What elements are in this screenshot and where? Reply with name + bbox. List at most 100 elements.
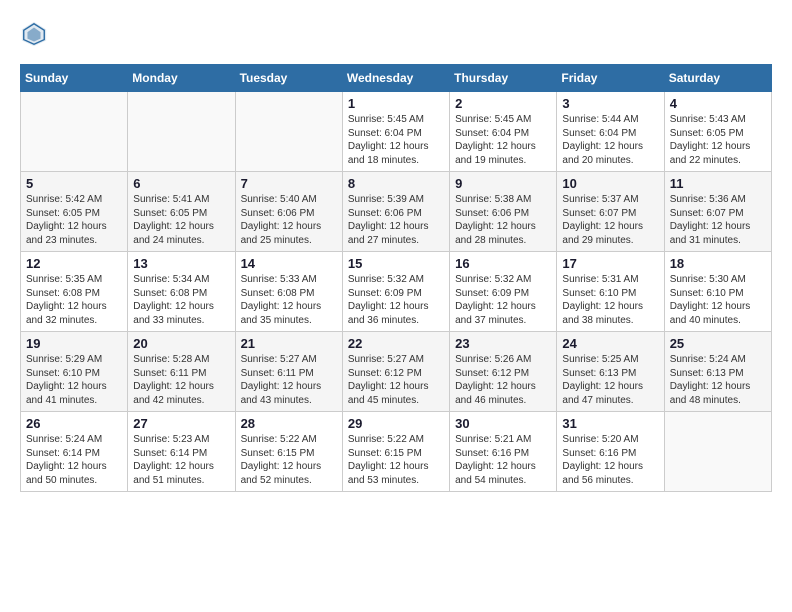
- week-row-4: 19 Sunrise: 5:29 AM Sunset: 6:10 PM Dayli…: [21, 332, 772, 412]
- day-info: Sunrise: 5:25 AM Sunset: 6:13 PM Dayligh…: [562, 353, 658, 407]
- day-cell: 18 Sunrise: 5:30 AM Sunset: 6:10 PM Dayli…: [664, 252, 771, 332]
- day-cell: 31 Sunrise: 5:20 AM Sunset: 6:16 PM Dayli…: [557, 412, 664, 492]
- day-cell: 7Sunrise: 5:40 AM Sunset: 6:06 PM Daylig…: [235, 172, 342, 252]
- day-number: 20: [133, 336, 229, 351]
- day-cell: 15Sunrise: 5:32 AM Sunset: 6:09 PM Dayli…: [342, 252, 449, 332]
- day-info: Sunrise: 5:29 AM Sunset: 6:10 PM Dayligh…: [26, 353, 122, 407]
- day-info: Sunrise: 5:41 AM Sunset: 6:05 PM Dayligh…: [133, 193, 229, 247]
- day-number: 16: [455, 256, 551, 271]
- day-number: 31: [562, 416, 658, 431]
- week-row-1: 1 Sunrise: 5:45 AM Sunset: 6:04 PM Daylig…: [21, 92, 772, 172]
- day-info: Sunrise: 5:36 AM Sunset: 6:07 PM Dayligh…: [670, 193, 766, 247]
- day-info: Sunrise: 5:20 AM Sunset: 6:16 PM Dayligh…: [562, 433, 658, 487]
- day-cell: 8 Sunrise: 5:39 AM Sunset: 6:06 PM Daylig…: [342, 172, 449, 252]
- day-cell: 14Sunrise: 5:33 AM Sunset: 6:08 PM Dayli…: [235, 252, 342, 332]
- day-number: 24: [562, 336, 658, 351]
- day-info: Sunrise: 5:45 AM Sunset: 6:04 PM Dayligh…: [348, 113, 444, 167]
- logo: [20, 20, 52, 48]
- day-cell: 24 Sunrise: 5:25 AM Sunset: 6:13 PM Dayli…: [557, 332, 664, 412]
- day-header-sunday: Sunday: [21, 65, 128, 92]
- day-number: 26: [26, 416, 122, 431]
- day-cell: 6 Sunrise: 5:41 AM Sunset: 6:05 PM Daylig…: [128, 172, 235, 252]
- day-header-friday: Friday: [557, 65, 664, 92]
- day-cell: 17 Sunrise: 5:31 AM Sunset: 6:10 PM Dayli…: [557, 252, 664, 332]
- day-number: 11: [670, 176, 766, 191]
- day-info: Sunrise: 5:33 AM Sunset: 6:08 PM Dayligh…: [241, 273, 337, 327]
- day-info: Sunrise: 5:35 AM Sunset: 6:08 PM Dayligh…: [26, 273, 122, 327]
- day-header-wednesday: Wednesday: [342, 65, 449, 92]
- day-info: Sunrise: 5:24 AM Sunset: 6:14 PM Dayligh…: [26, 433, 122, 487]
- day-cell: 11 Sunrise: 5:36 AM Sunset: 6:07 PM Dayli…: [664, 172, 771, 252]
- day-cell: 10Sunrise: 5:37 AM Sunset: 6:07 PM Dayli…: [557, 172, 664, 252]
- day-info: Sunrise: 5:39 AM Sunset: 6:06 PM Dayligh…: [348, 193, 444, 247]
- day-header-saturday: Saturday: [664, 65, 771, 92]
- day-cell: 9 Sunrise: 5:38 AM Sunset: 6:06 PM Daylig…: [450, 172, 557, 252]
- day-cell: 22 Sunrise: 5:27 AM Sunset: 6:12 PM Dayli…: [342, 332, 449, 412]
- day-number: 9: [455, 176, 551, 191]
- day-number: 1: [348, 96, 444, 111]
- day-cell: 29 Sunrise: 5:22 AM Sunset: 6:15 PM Dayli…: [342, 412, 449, 492]
- day-info: Sunrise: 5:28 AM Sunset: 6:11 PM Dayligh…: [133, 353, 229, 407]
- day-cell: 20 Sunrise: 5:28 AM Sunset: 6:11 PM Dayli…: [128, 332, 235, 412]
- day-cell: [235, 92, 342, 172]
- day-number: 17: [562, 256, 658, 271]
- day-number: 2: [455, 96, 551, 111]
- day-number: 29: [348, 416, 444, 431]
- day-number: 19: [26, 336, 122, 351]
- day-info: Sunrise: 5:43 AM Sunset: 6:05 PM Dayligh…: [670, 113, 766, 167]
- day-cell: 16 Sunrise: 5:32 AM Sunset: 6:09 PM Dayli…: [450, 252, 557, 332]
- day-number: 15: [348, 256, 444, 271]
- day-number: 21: [241, 336, 337, 351]
- day-cell: 19 Sunrise: 5:29 AM Sunset: 6:10 PM Dayli…: [21, 332, 128, 412]
- day-number: 12: [26, 256, 122, 271]
- day-cell: 30Sunrise: 5:21 AM Sunset: 6:16 PM Dayli…: [450, 412, 557, 492]
- day-info: Sunrise: 5:22 AM Sunset: 6:15 PM Dayligh…: [348, 433, 444, 487]
- day-cell: 2 Sunrise: 5:45 AM Sunset: 6:04 PM Daylig…: [450, 92, 557, 172]
- day-number: 27: [133, 416, 229, 431]
- week-row-5: 26 Sunrise: 5:24 AM Sunset: 6:14 PM Dayli…: [21, 412, 772, 492]
- day-info: Sunrise: 5:24 AM Sunset: 6:13 PM Dayligh…: [670, 353, 766, 407]
- day-number: 8: [348, 176, 444, 191]
- header-row: SundayMondayTuesdayWednesdayThursdayFrid…: [21, 65, 772, 92]
- day-info: Sunrise: 5:30 AM Sunset: 6:10 PM Dayligh…: [670, 273, 766, 327]
- day-number: 6: [133, 176, 229, 191]
- day-cell: 23 Sunrise: 5:26 AM Sunset: 6:12 PM Dayli…: [450, 332, 557, 412]
- day-number: 13: [133, 256, 229, 271]
- day-info: Sunrise: 5:27 AM Sunset: 6:11 PM Dayligh…: [241, 353, 337, 407]
- day-info: Sunrise: 5:38 AM Sunset: 6:06 PM Dayligh…: [455, 193, 551, 247]
- week-row-2: 5 Sunrise: 5:42 AM Sunset: 6:05 PM Daylig…: [21, 172, 772, 252]
- day-info: Sunrise: 5:44 AM Sunset: 6:04 PM Dayligh…: [562, 113, 658, 167]
- day-number: 25: [670, 336, 766, 351]
- day-cell: 3 Sunrise: 5:44 AM Sunset: 6:04 PM Daylig…: [557, 92, 664, 172]
- day-header-tuesday: Tuesday: [235, 65, 342, 92]
- day-cell: 28 Sunrise: 5:22 AM Sunset: 6:15 PM Dayli…: [235, 412, 342, 492]
- day-number: 30: [455, 416, 551, 431]
- day-info: Sunrise: 5:45 AM Sunset: 6:04 PM Dayligh…: [455, 113, 551, 167]
- day-cell: [21, 92, 128, 172]
- day-number: 18: [670, 256, 766, 271]
- day-info: Sunrise: 5:34 AM Sunset: 6:08 PM Dayligh…: [133, 273, 229, 327]
- day-number: 28: [241, 416, 337, 431]
- day-info: Sunrise: 5:27 AM Sunset: 6:12 PM Dayligh…: [348, 353, 444, 407]
- day-number: 5: [26, 176, 122, 191]
- day-info: Sunrise: 5:42 AM Sunset: 6:05 PM Dayligh…: [26, 193, 122, 247]
- day-info: Sunrise: 5:40 AM Sunset: 6:06 PM Dayligh…: [241, 193, 337, 247]
- day-cell: [664, 412, 771, 492]
- day-info: Sunrise: 5:31 AM Sunset: 6:10 PM Dayligh…: [562, 273, 658, 327]
- day-number: 3: [562, 96, 658, 111]
- day-header-thursday: Thursday: [450, 65, 557, 92]
- page-header: [20, 20, 772, 48]
- day-cell: 4 Sunrise: 5:43 AM Sunset: 6:05 PM Daylig…: [664, 92, 771, 172]
- logo-icon: [20, 20, 48, 48]
- day-info: Sunrise: 5:32 AM Sunset: 6:09 PM Dayligh…: [455, 273, 551, 327]
- day-info: Sunrise: 5:22 AM Sunset: 6:15 PM Dayligh…: [241, 433, 337, 487]
- day-number: 4: [670, 96, 766, 111]
- day-cell: 13 Sunrise: 5:34 AM Sunset: 6:08 PM Dayli…: [128, 252, 235, 332]
- day-info: Sunrise: 5:26 AM Sunset: 6:12 PM Dayligh…: [455, 353, 551, 407]
- calendar-table: SundayMondayTuesdayWednesdayThursdayFrid…: [20, 64, 772, 492]
- day-cell: 25 Sunrise: 5:24 AM Sunset: 6:13 PM Dayli…: [664, 332, 771, 412]
- day-number: 22: [348, 336, 444, 351]
- day-number: 10: [562, 176, 658, 191]
- day-cell: 21 Sunrise: 5:27 AM Sunset: 6:11 PM Dayli…: [235, 332, 342, 412]
- day-number: 23: [455, 336, 551, 351]
